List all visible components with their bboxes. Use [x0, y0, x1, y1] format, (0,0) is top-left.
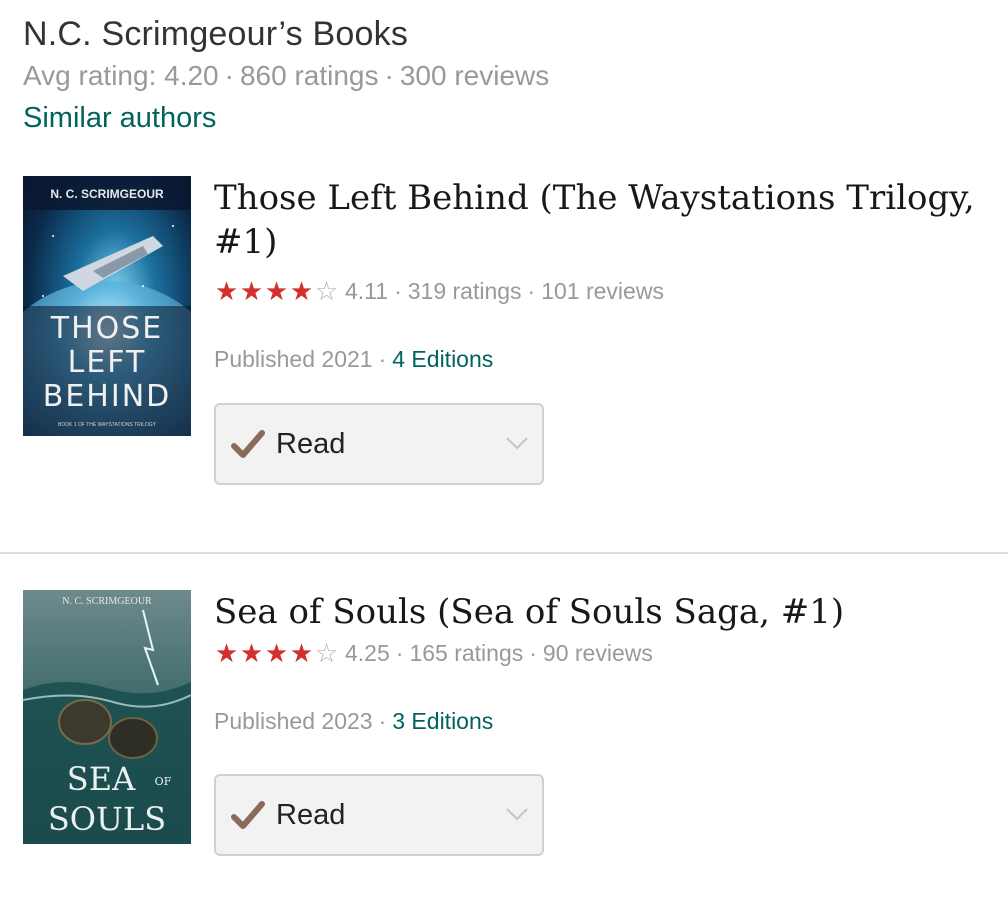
- checkmark-icon: [231, 801, 265, 829]
- star-empty-icon: ☆: [314, 638, 339, 668]
- cover-title-souls: SOULS: [48, 800, 166, 838]
- shelf-status-label: Read: [276, 798, 346, 831]
- cover-author-text: N. C. SCRIMGEOUR: [62, 596, 152, 607]
- book-publication-row: Published 2023 · 3 Editions: [214, 706, 984, 736]
- separator: ·: [224, 60, 234, 91]
- chevron-down-icon: [506, 808, 528, 821]
- separator: ·: [378, 346, 387, 372]
- book-cover[interactable]: N. C. SCRIMGEOUR THOSE LEFT BEHIND BOOK …: [23, 176, 191, 436]
- book-info: Those Left Behind (The Waystations Trilo…: [214, 176, 984, 485]
- book-cover-art: N. C. SCRIMGEOUR THOSE LEFT BEHIND BOOK …: [23, 176, 191, 436]
- chevron-down-icon: [506, 437, 528, 450]
- separator: ·: [394, 277, 402, 304]
- cover-title-sea: SEA: [67, 760, 136, 798]
- star-icon: ★: [239, 276, 264, 306]
- cover-title-line: BEHIND: [43, 379, 171, 414]
- book-cover-art: N. C. SCRIMGEOUR SEA OF SOULS: [23, 590, 191, 844]
- star-rating: ★ ★ ★ ★ ☆: [214, 640, 339, 666]
- book-rating-text: 4.11 · 319 ratings · 101 reviews: [345, 278, 664, 305]
- star-empty-icon: ☆: [314, 276, 339, 306]
- cover-subtitle: BOOK 1 OF THE WAYSTATIONS TRILOGY: [58, 422, 157, 428]
- separator: ·: [384, 60, 394, 91]
- author-reviews-count: 300 reviews: [399, 60, 550, 91]
- shelf-status-button[interactable]: Read: [214, 403, 544, 485]
- book-avg-rating: 4.11: [345, 277, 389, 304]
- shelf-status-label: Read: [276, 427, 346, 460]
- separator: ·: [527, 277, 536, 304]
- book-published-year: Published 2021: [214, 346, 373, 372]
- similar-authors-link[interactable]: Similar authors: [23, 98, 216, 138]
- star-icon: ★: [239, 638, 264, 668]
- editions-link[interactable]: 4 Editions: [392, 346, 493, 372]
- book-rating-row: ★ ★ ★ ★ ☆ 4.11 · 319 ratings · 101 reviews: [214, 276, 984, 306]
- cover-title-of: OF: [155, 775, 172, 788]
- star-icon: ★: [289, 276, 314, 306]
- book-published-year: Published 2023: [214, 708, 373, 734]
- book-ratings-count: 319 ratings: [407, 277, 522, 304]
- shelf-status-button[interactable]: Read: [214, 774, 544, 856]
- star-icon: ★: [264, 638, 289, 668]
- checkmark-icon: [231, 430, 265, 458]
- separator: ·: [395, 639, 404, 666]
- separator: ·: [529, 639, 537, 666]
- star-icon: ★: [264, 276, 289, 306]
- author-ratings-count: 860 ratings: [239, 60, 379, 91]
- star-icon: ★: [214, 638, 239, 668]
- book-rating-row: ★ ★ ★ ★ ☆ 4.25 · 165 ratings · 90 reviews: [214, 638, 984, 668]
- star-rating: ★ ★ ★ ★ ☆: [214, 278, 339, 304]
- author-stats: Avg rating: 4.20 · 860 ratings · 300 reviews: [23, 56, 549, 96]
- book-title-link[interactable]: Sea of Souls (Sea of Souls Saga, #1): [214, 590, 984, 634]
- cover-title-line: LEFT: [68, 345, 147, 380]
- book-publication-row: Published 2021 · 4 Editions: [214, 344, 984, 374]
- editions-link[interactable]: 3 Editions: [392, 708, 493, 734]
- page-title: N.C. Scrimgeour’s Books: [23, 15, 409, 53]
- book-item: N. C. SCRIMGEOUR THOSE LEFT BEHIND BOOK …: [0, 176, 1008, 496]
- book-avg-rating: 4.25: [345, 639, 390, 666]
- cover-author-text: N. C. SCRIMGEOUR: [50, 187, 164, 201]
- book-reviews-count: 90 reviews: [542, 639, 653, 666]
- cover-title-line: THOSE: [50, 311, 164, 346]
- author-avg-rating: Avg rating: 4.20: [23, 60, 219, 91]
- book-ratings-count: 165 ratings: [409, 639, 524, 666]
- book-title-link[interactable]: Those Left Behind (The Waystations Trilo…: [214, 176, 984, 264]
- book-item: N. C. SCRIMGEOUR SEA OF SOULS Sea of Sou…: [0, 590, 1008, 880]
- separator: ·: [378, 708, 387, 734]
- book-info: Sea of Souls (Sea of Souls Saga, #1) ★ ★…: [214, 590, 984, 856]
- star-icon: ★: [214, 276, 239, 306]
- book-reviews-count: 101 reviews: [541, 277, 664, 304]
- book-cover[interactable]: N. C. SCRIMGEOUR SEA OF SOULS: [23, 590, 191, 844]
- author-header: N.C. Scrimgeour’s Books Avg rating: 4.20…: [23, 14, 549, 138]
- star-icon: ★: [289, 638, 314, 668]
- book-rating-text: 4.25 · 165 ratings · 90 reviews: [345, 640, 653, 667]
- divider: [0, 552, 1008, 554]
